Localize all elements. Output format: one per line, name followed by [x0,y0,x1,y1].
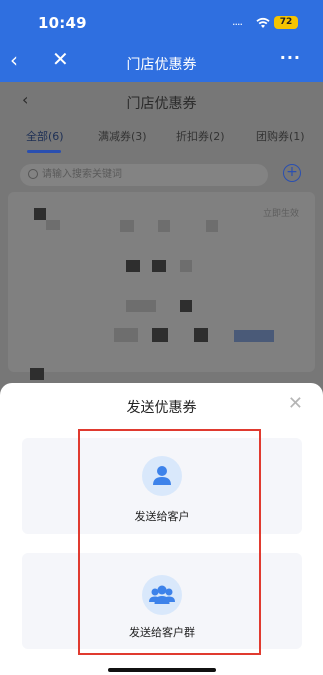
blurred-block [114,328,138,342]
inner-title: 门店优惠券 [126,96,197,112]
highlight-box [78,429,261,655]
inner-header: ‹ 门店优惠券 [0,90,323,114]
blurred-block [158,220,170,232]
search-input[interactable]: 请输入搜索关键词 [20,164,268,186]
coupon-tabs: 全部(6) 满减券(3) 折扣券(2) 团购券(1) [0,128,323,153]
blurred-block [30,368,44,380]
tab-discount-rate[interactable]: 折扣券(2) [176,128,225,144]
blurred-block [180,260,192,272]
blurred-block [46,220,60,230]
tab-discount-amount[interactable]: 满减券(3) [98,128,147,144]
status-time: 10:49 [38,14,87,32]
signal-icon: .... [232,15,243,28]
coupon-status: 立即生效 [262,209,299,219]
close-icon[interactable]: ✕ [288,395,303,413]
blurred-block [180,300,192,312]
active-tab-indicator [27,150,61,153]
home-indicator [108,668,216,672]
status-bar: 10:49 .... 72 [0,14,323,36]
blurred-block [206,220,218,232]
nav-bar: ‹ ✕ 门店优惠券 ··· [0,46,323,80]
tab-group-buy[interactable]: 团购券(1) [256,128,305,144]
search-icon [28,169,38,179]
search-placeholder: 请输入搜索关键词 [42,169,122,180]
tab-all[interactable]: 全部(6) [26,128,64,144]
blurred-block [194,328,208,342]
add-icon[interactable]: + [283,164,301,182]
blurred-block [34,208,46,220]
blurred-block [120,220,134,232]
more-icon[interactable]: ··· [280,48,301,67]
blurred-block [126,300,156,312]
page-title: 门店优惠券 [126,57,197,73]
blurred-block [152,328,168,342]
app-header: 10:49 .... 72 ‹ ✕ 门店优惠券 ··· [0,0,323,82]
blurred-block [234,330,274,342]
blurred-block [152,260,166,272]
battery-icon: 72 [274,16,298,29]
wifi-icon [256,17,270,28]
coupon-card[interactable]: 立即生效 [8,192,315,372]
sheet-title: 发送优惠券 [126,400,197,416]
blurred-block [126,260,140,272]
